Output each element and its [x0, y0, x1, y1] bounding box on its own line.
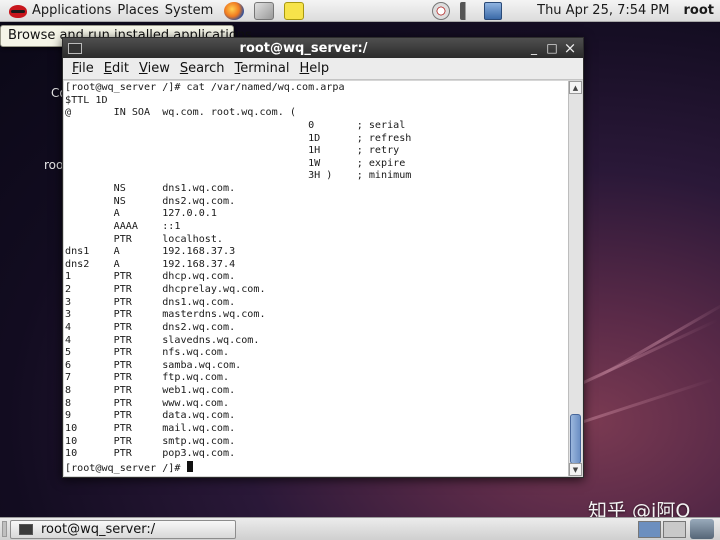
top-panel: Applications Places System Thu Apr 25, 7… — [0, 0, 720, 22]
terminal-line: 8 PTR web1.wq.com. — [65, 385, 236, 396]
scrollbar-thumb[interactable] — [570, 414, 581, 464]
terminal-window: root@wq_server:/ _ □ × File Edit View Se… — [62, 37, 584, 478]
terminal-line: 0 ; serial — [65, 119, 406, 131]
workspace-2[interactable] — [663, 521, 686, 538]
applications-menu[interactable]: Applications — [32, 3, 117, 18]
terminal-line: 10 PTR mail.wq.com. — [65, 422, 236, 434]
terminal-line: 1 PTR dhcp.wq.com. — [65, 271, 236, 283]
terminal-line: 10 PTR smtp.wq.com. — [65, 435, 236, 447]
bottom-panel: root@wq_server:/ — [0, 517, 720, 540]
terminal-line: dns2 A 192.168.37.4 — [65, 258, 236, 270]
terminal-line: [root@wq_server /]# cat /var/named/wq.co… — [65, 82, 345, 93]
terminal-line: NS dns1.wq.com. — [65, 183, 236, 194]
terminal-line: 10 PTR pop3.wq.com. — [65, 448, 236, 460]
terminal-icon — [68, 42, 82, 54]
menu-help-label: elp — [309, 61, 330, 76]
window-title: root@wq_server:/ — [239, 40, 368, 56]
menu-terminal[interactable]: Terminal — [230, 61, 295, 76]
terminal-line: A 127.0.0.1 — [65, 208, 217, 220]
menu-edit-label: dit — [112, 61, 129, 76]
terminal-line: 4 PTR slavedns.wq.com. — [65, 334, 260, 346]
display-icon[interactable] — [484, 1, 503, 20]
terminal-line: 2 PTR dhcprelay.wq.com. — [65, 284, 266, 295]
terminal-icon — [19, 524, 33, 535]
user-menu[interactable]: root — [684, 3, 715, 18]
menu-edit[interactable]: Edit — [99, 61, 134, 76]
maximize-button[interactable]: □ — [543, 41, 561, 55]
menu-terminal-label: erminal — [240, 61, 290, 76]
terminal-output[interactable]: [root@wq_server /]# cat /var/named/wq.co… — [65, 82, 569, 476]
terminal-line: 1W ; expire — [65, 157, 406, 169]
menu-edit-mnemonic: E — [103, 61, 112, 76]
terminal-area[interactable]: [root@wq_server /]# cat /var/named/wq.co… — [64, 81, 582, 476]
firefox-launcher-icon[interactable] — [224, 1, 245, 20]
menu-view-mnemonic: V — [138, 61, 148, 76]
terminal-line: 3 PTR dns1.wq.com. — [65, 296, 236, 308]
terminal-prompt-line[interactable]: [root@wq_server /]# — [65, 460, 569, 474]
terminal-line: 7 PTR ftp.wq.com. — [65, 372, 230, 384]
terminal-line: AAAA ::1 — [65, 220, 181, 232]
terminal-line: 3H ) ; minimum — [65, 170, 412, 182]
menu-help[interactable]: Help — [294, 61, 334, 76]
menu-help-mnemonic: H — [299, 61, 310, 76]
taskbar-terminal-button[interactable]: root@wq_server:/ — [10, 520, 236, 539]
terminal-line: 8 PTR www.wq.com. — [65, 397, 230, 409]
terminal-line: 9 PTR data.wq.com. — [65, 410, 236, 422]
menu-view-label: iew — [147, 61, 170, 76]
terminal-line: 6 PTR samba.wq.com. — [65, 359, 242, 371]
wallpaper-streak — [589, 300, 720, 383]
system-menu[interactable]: System — [165, 3, 219, 18]
terminal-line: 3 PTR masterdns.wq.com. — [65, 309, 266, 321]
taskbar-terminal-label: root@wq_server:/ — [41, 522, 156, 537]
workspace-1[interactable] — [638, 521, 661, 538]
terminal-line: 1D ; refresh — [65, 132, 412, 144]
places-menu[interactable]: Places — [117, 3, 164, 18]
system-tray: Thu Apr 25, 7:54 PM root — [427, 1, 720, 20]
menu-view[interactable]: View — [134, 61, 175, 76]
workspace-switcher — [638, 521, 688, 538]
menu-file-label: ile — [78, 61, 94, 76]
terminal-line: $TTL 1D — [65, 94, 108, 106]
minimize-button[interactable]: _ — [525, 41, 543, 55]
scroll-up-arrow-icon[interactable]: ▲ — [569, 81, 582, 94]
menu-search-label: earch — [188, 61, 225, 76]
vertical-scrollbar[interactable]: ▲ ▼ — [568, 81, 582, 476]
terminal-prompt: [root@wq_server /]# — [65, 462, 187, 474]
network-status-icon[interactable] — [432, 1, 451, 20]
text-cursor — [186, 460, 193, 472]
menubar: File Edit View Search Terminal Help — [63, 58, 583, 80]
volume-icon[interactable] — [460, 1, 475, 20]
terminal-line: 4 PTR dns2.wq.com. — [65, 321, 236, 333]
terminal-line: dns1 A 192.168.37.3 — [65, 246, 236, 258]
terminal-line: 1H ; retry — [65, 145, 400, 157]
scroll-down-arrow-icon[interactable]: ▼ — [569, 463, 582, 476]
terminal-line: 5 PTR nfs.wq.com. — [65, 347, 230, 359]
terminal-line: PTR localhost. — [65, 233, 224, 245]
show-desktop-button[interactable] — [2, 521, 7, 537]
close-button[interactable]: × — [561, 39, 579, 57]
mail-launcher-icon[interactable] — [254, 1, 275, 20]
menu-search[interactable]: Search — [175, 61, 230, 76]
redhat-logo-icon[interactable] — [8, 2, 28, 20]
desktop-icon-label[interactable]: roo — [44, 158, 63, 172]
notes-launcher-icon[interactable] — [284, 1, 305, 20]
trash-icon[interactable] — [690, 519, 714, 539]
clock[interactable]: Thu Apr 25, 7:54 PM — [537, 3, 669, 18]
terminal-line: @ IN SOA wq.com. root.wq.com. ( — [65, 107, 296, 119]
terminal-line: NS dns2.wq.com. — [65, 195, 236, 207]
window-titlebar[interactable]: root@wq_server:/ _ □ × — [63, 38, 583, 58]
menu-file[interactable]: File — [67, 61, 99, 76]
menu-search-mnemonic: S — [179, 61, 189, 76]
